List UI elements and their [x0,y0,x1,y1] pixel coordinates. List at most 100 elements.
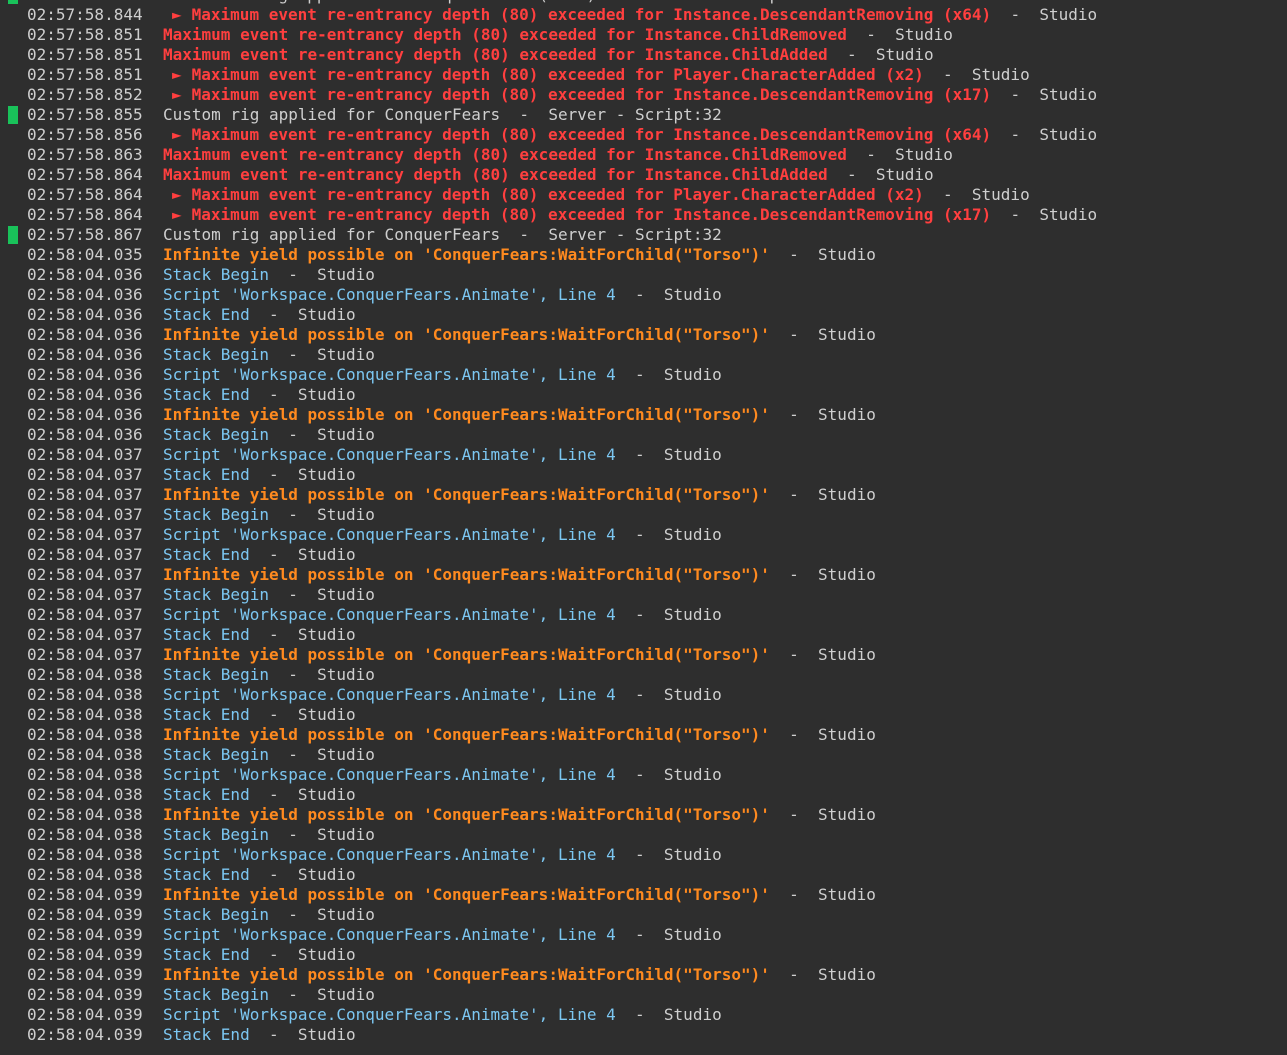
log-text: Stack End [163,865,250,884]
log-row: 02:58:04.038 Script 'Workspace.ConquerFea… [0,845,1287,865]
log-row: 02:57:58.851 Maximum event re-entrancy de… [0,25,1287,45]
log-message: Stack End - Studio [163,545,356,565]
expand-triangle-icon[interactable]: ► [172,65,182,84]
log-timestamp: 02:57:58.855 [27,105,143,124]
log-message: Script 'Workspace.ConquerFears.Animate',… [163,525,722,545]
server-marker-icon [8,226,18,244]
log-text: Infinite yield possible on 'ConquerFears… [163,405,770,424]
log-source: - Studio [846,145,953,164]
log-timestamp: 02:58:04.039 [27,1025,143,1044]
expand-triangle-icon[interactable]: ► [172,185,182,204]
log-text: Stack Begin [163,825,269,844]
log-message: Script 'Workspace.ConquerFears.Animate',… [163,365,722,385]
log-timestamp: 02:57:58.851 [27,45,143,64]
log-source: - Studio [268,985,375,1004]
log-message: Stack Begin - Studio [163,905,375,925]
log-row[interactable]: 02:57:58.851 ► Maximum event re-entrancy d… [0,65,1287,85]
log-row[interactable]: 02:57:58.864 ► Maximum event re-entrancy d… [0,205,1287,225]
log-text: Maximum event re-entrancy depth (80) exc… [163,45,828,64]
log-row: 02:58:04.036 Stack Begin - Studio [0,345,1287,365]
log-source: - Studio [615,685,722,704]
log-message: Custom rig applied for ConquerFears - Se… [163,225,722,245]
log-timestamp: 02:58:04.038 [27,825,143,844]
log-message: Custom rig applied for ConquerFears - Se… [163,105,722,125]
log-text: Infinite yield possible on 'ConquerFears… [163,725,770,744]
log-source: - Server - Script:32 [596,0,817,4]
log-text: Stack End [163,545,250,564]
log-source: - Studio [268,265,375,284]
log-text: Script 'Workspace.ConquerFears.Animate',… [163,685,616,704]
log-message: Stack End - Studio [163,385,356,405]
log-source: - Server - Script:32 [500,105,722,124]
log-timestamp: 02:58:04.038 [27,685,143,704]
log-source: - Studio [769,725,876,744]
expand-triangle-icon[interactable]: ► [172,85,182,104]
log-timestamp: 02:58:04.037 [27,525,143,544]
log-source: - Studio [615,845,722,864]
log-text: Script 'Workspace.ConquerFears.Animate',… [163,765,616,784]
log-text: Infinite yield possible on 'ConquerFears… [163,805,770,824]
log-source: - Studio [615,525,722,544]
log-message: Stack Begin - Studio [163,985,375,1005]
log-source: - Studio [769,885,876,904]
log-row: 02:58:04.038 Stack Begin - Studio [0,665,1287,685]
log-message: Stack End - Studio [163,305,356,325]
log-row: 02:58:04.037 Infinite yield possible on '… [0,565,1287,585]
log-source: - Studio [249,625,356,644]
expand-triangle-icon[interactable]: ► [172,205,182,224]
log-row: 02:58:04.039 Infinite yield possible on '… [0,885,1287,905]
log-row: 02:58:04.038 Stack Begin - Studio [0,745,1287,765]
log-message: Stack End - Studio [163,465,356,485]
log-text: Script 'Workspace.ConquerFears.Animate',… [163,525,616,544]
expand-triangle-icon[interactable]: ► [172,125,182,144]
log-timestamp: 02:58:04.039 [27,905,143,924]
log-timestamp: 02:58:04.039 [27,985,143,1004]
log-text: Stack End [163,945,250,964]
log-timestamp: 02:58:04.038 [27,845,143,864]
expand-triangle-icon[interactable]: ► [172,0,182,4]
expand-triangle-icon[interactable]: ► [172,5,182,24]
output-console[interactable]: 02:57:58.573►Custom rig applied for Conq… [0,0,1287,1055]
log-message: ► Maximum event re-entrancy depth (80) ex… [172,205,1097,225]
log-row: 02:58:04.037 Stack Begin - Studio [0,505,1287,525]
log-source: - Studio [249,865,356,884]
log-source: - Studio [615,285,722,304]
log-message: ► Maximum event re-entrancy depth (80) ex… [172,65,1030,85]
log-row[interactable]: 02:57:58.864 ► Maximum event re-entrancy d… [0,185,1287,205]
log-source: - Studio [769,325,876,344]
log-timestamp: 02:58:04.038 [27,745,143,764]
log-timestamp: 02:58:04.037 [27,445,143,464]
log-row: 02:58:04.037 Stack End - Studio [0,465,1287,485]
log-message: Stack Begin - Studio [163,505,375,525]
log-row: 02:58:04.039 Stack End - Studio [0,945,1287,965]
log-source: - Studio [268,665,375,684]
log-message: Infinite yield possible on 'ConquerFears… [163,885,876,905]
log-timestamp: 02:58:04.037 [27,605,143,624]
log-row: 02:57:58.851 Maximum event re-entrancy de… [0,45,1287,65]
log-row[interactable]: 02:57:58.856 ► Maximum event re-entrancy d… [0,125,1287,145]
log-timestamp: 02:57:58.851 [27,65,143,84]
log-text: Infinite yield possible on 'ConquerFears… [163,885,770,904]
log-message: Stack Begin - Studio [163,265,375,285]
log-row[interactable]: 02:57:58.844 ► Maximum event re-entrancy d… [0,5,1287,25]
log-timestamp: 02:58:04.036 [27,305,143,324]
log-timestamp: 02:58:04.036 [27,425,143,444]
log-timestamp: 02:58:04.037 [27,505,143,524]
log-row[interactable]: 02:57:58.852 ► Maximum event re-entrancy d… [0,85,1287,105]
log-text: Custom rig applied for ConquerFears (x15… [192,0,597,4]
log-source: - Studio [249,305,356,324]
log-row: 02:58:04.036 Stack End - Studio [0,385,1287,405]
log-row: 02:58:04.037 Stack End - Studio [0,545,1287,565]
log-text: Maximum event re-entrancy depth (80) exc… [191,205,992,224]
log-message: Stack Begin - Studio [163,585,375,605]
log-text: Script 'Workspace.ConquerFears.Animate',… [163,285,616,304]
log-timestamp: 02:58:04.036 [27,365,143,384]
log-text: Stack Begin [163,985,269,1004]
log-message: Infinite yield possible on 'ConquerFears… [163,245,876,265]
log-message: Stack End - Studio [163,705,356,725]
log-timestamp: 02:58:04.036 [27,285,143,304]
log-message: ► Maximum event re-entrancy depth (80) ex… [172,5,1097,25]
log-message: ► Maximum event re-entrancy depth (80) ex… [172,185,1030,205]
log-source: - Studio [769,565,876,584]
log-message: Infinite yield possible on 'ConquerFears… [163,725,876,745]
